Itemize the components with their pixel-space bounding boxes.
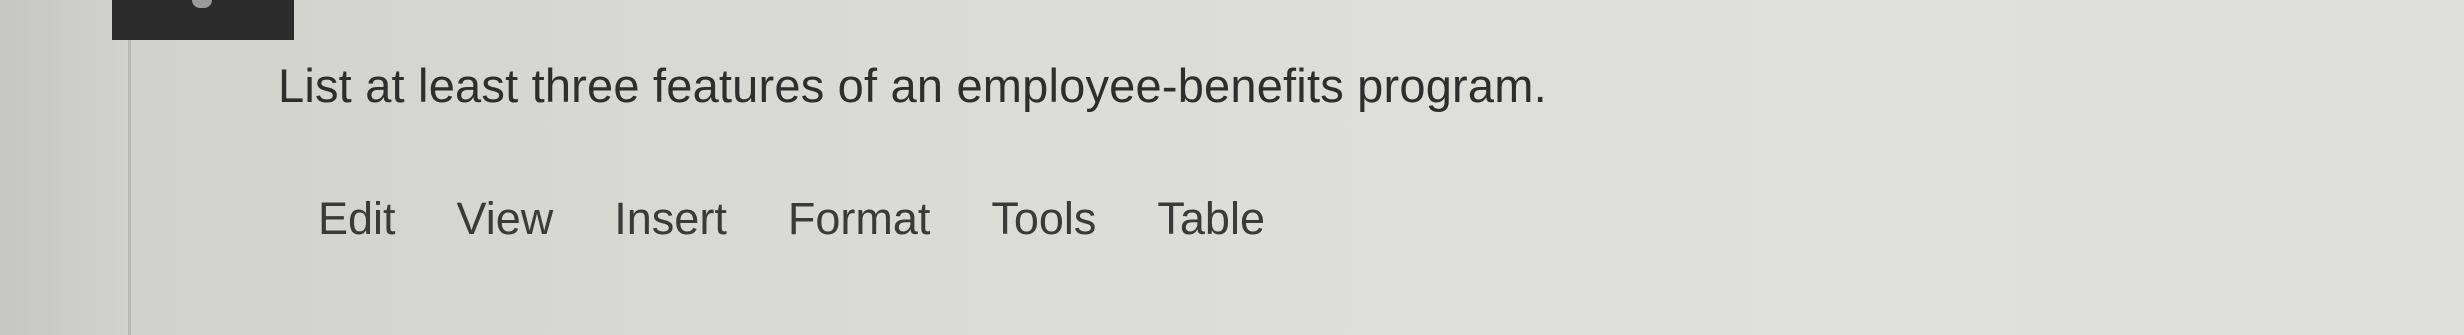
question-prompt: List at least three features of an emplo…	[278, 59, 1547, 112]
tab-indicator-icon	[192, 0, 212, 8]
menu-tools[interactable]: Tools	[991, 193, 1096, 245]
menu-view[interactable]: View	[457, 193, 554, 245]
top-dark-tab[interactable]	[112, 0, 294, 40]
left-margin	[0, 0, 130, 335]
menu-format[interactable]: Format	[788, 193, 931, 245]
menu-table[interactable]: Table	[1157, 193, 1265, 245]
editor-menubar: Edit View Insert Format Tools Table	[318, 193, 1265, 245]
menu-insert[interactable]: Insert	[614, 193, 727, 245]
panel-border	[128, 0, 131, 335]
menu-edit[interactable]: Edit	[318, 193, 396, 245]
